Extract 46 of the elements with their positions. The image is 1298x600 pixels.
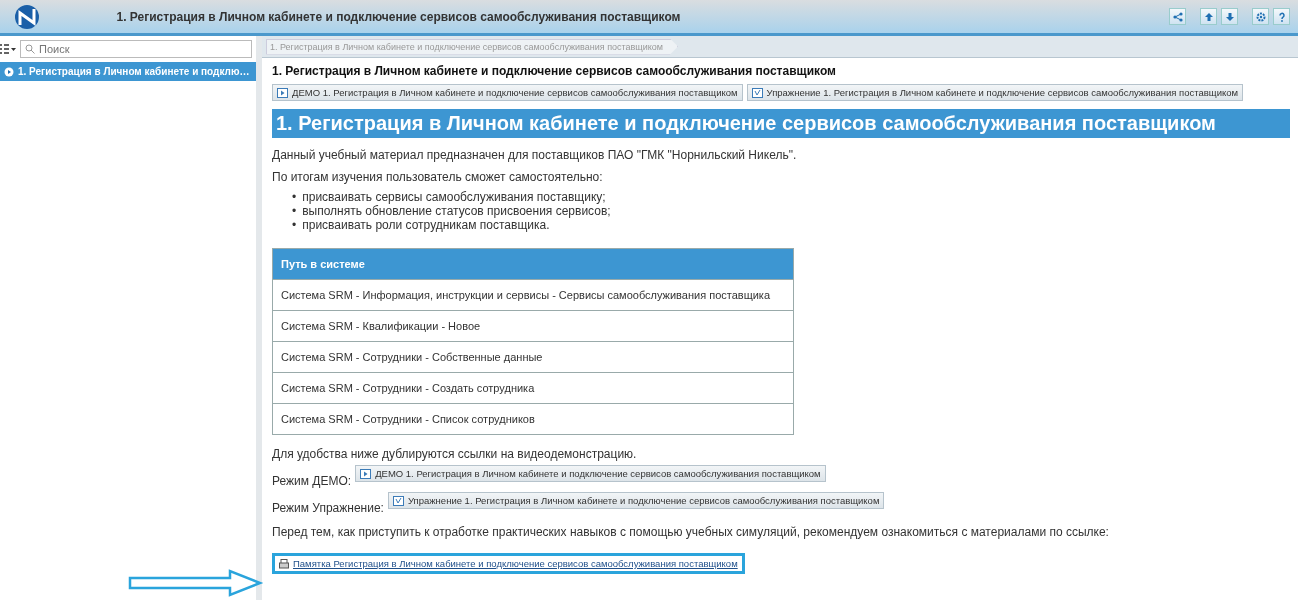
table-cell: Система SRM - Сотрудники - Список сотрудников (273, 403, 793, 434)
note-text: Для удобства ниже дублируются ссылки на видеодемонстрацию. (272, 447, 638, 461)
search-field[interactable]: Поиск (20, 40, 252, 58)
up-button[interactable] (1200, 8, 1217, 25)
play-icon (360, 468, 372, 479)
list-menu-icon[interactable] (0, 44, 16, 54)
play-icon (4, 66, 14, 77)
page-title: 1. Регистрация в Личном кабинете и подключение сервисов самообслуживания поставщиком (272, 64, 837, 78)
printer-icon (279, 558, 289, 569)
play-icon (277, 87, 288, 98)
down-button[interactable] (1221, 8, 1238, 25)
bullet-marker: • (292, 218, 297, 232)
demo-mode-button[interactable]: ДЕМО 1. Регистрация в Личном кабинете и подключение сервисов самообслуживания поставщиком (355, 465, 826, 482)
lead-text: По итогам изучения пользователь сможет самостоятельно: (272, 170, 604, 184)
arrow-up-icon (1203, 11, 1214, 22)
table-header: Путь в системе (273, 249, 793, 279)
outro-text: Перед тем, как приступить к отработке практических навыков с помощью учебных симуляций, рекомендуем ознакомиться с материалами по ссылке: (272, 525, 1110, 539)
window-title: 1. Регистрация в Личном кабинете и подключение сервисов самообслуживания поставщиком (115, 9, 682, 24)
table-cell: Система SRM - Квалификации - Новое (273, 310, 793, 341)
bullet-item: выполнять обновление статусов присвоения сервисов; (302, 204, 611, 218)
intro-text: Данный учебный материал предназначен для поставщиков ПАО "ГМК "Норнильский Никель". (272, 148, 798, 162)
exercise-icon (392, 495, 404, 506)
share-button[interactable] (1169, 8, 1186, 25)
arrow-down-icon (1224, 11, 1235, 22)
mode-label: Режим ДЕМО: (272, 474, 352, 488)
exercise-mode-button[interactable]: Упражнение 1. Регистрация в Личном кабинете и подключение сервисов самообслуживания поставщиком (387, 492, 885, 509)
settings-button[interactable] (1252, 8, 1269, 25)
help-button[interactable] (1273, 8, 1290, 25)
bullet-marker: • (292, 204, 297, 218)
section-heading: 1. Регистрация в Личном кабинете и подключение сервисов самообслуживания поставщиком (272, 109, 1290, 138)
bullet-item: присваивать роли сотрудникам поставщика. (302, 218, 550, 232)
table-cell: Система SRM - Сотрудники - Собственные данные (273, 341, 793, 372)
logo (12, 5, 42, 29)
settings-icon (1255, 11, 1266, 22)
bullet-marker: • (292, 190, 297, 204)
mode-label: Режим Упражнение: (272, 501, 384, 515)
table-cell: Система SRM - Сотрудники - Создать сотрудника (273, 372, 793, 403)
share-icon (1172, 11, 1183, 22)
bullet-item: присваивать сервисы самообслуживания поставщику; (302, 190, 606, 204)
exercise-mode-button[interactable]: Упражнение 1. Регистрация в Личном кабинете и подключение сервисов самообслуживания поставщиком (746, 84, 1244, 101)
help-icon (1276, 11, 1287, 22)
exercise-icon (751, 87, 763, 98)
table-cell: Система SRM - Информация, инструкции и сервисы - Сервисы самообслуживания поставщика (273, 279, 793, 310)
demo-mode-button[interactable]: ДЕМО 1. Регистрация в Личном кабинете и подключение сервисов самообслуживания поставщиком (272, 84, 743, 101)
search-icon (25, 44, 35, 54)
document-link[interactable]: Памятка Регистрация в Личном кабинете и подключение сервисов самообслуживания поставщиком (272, 553, 745, 574)
